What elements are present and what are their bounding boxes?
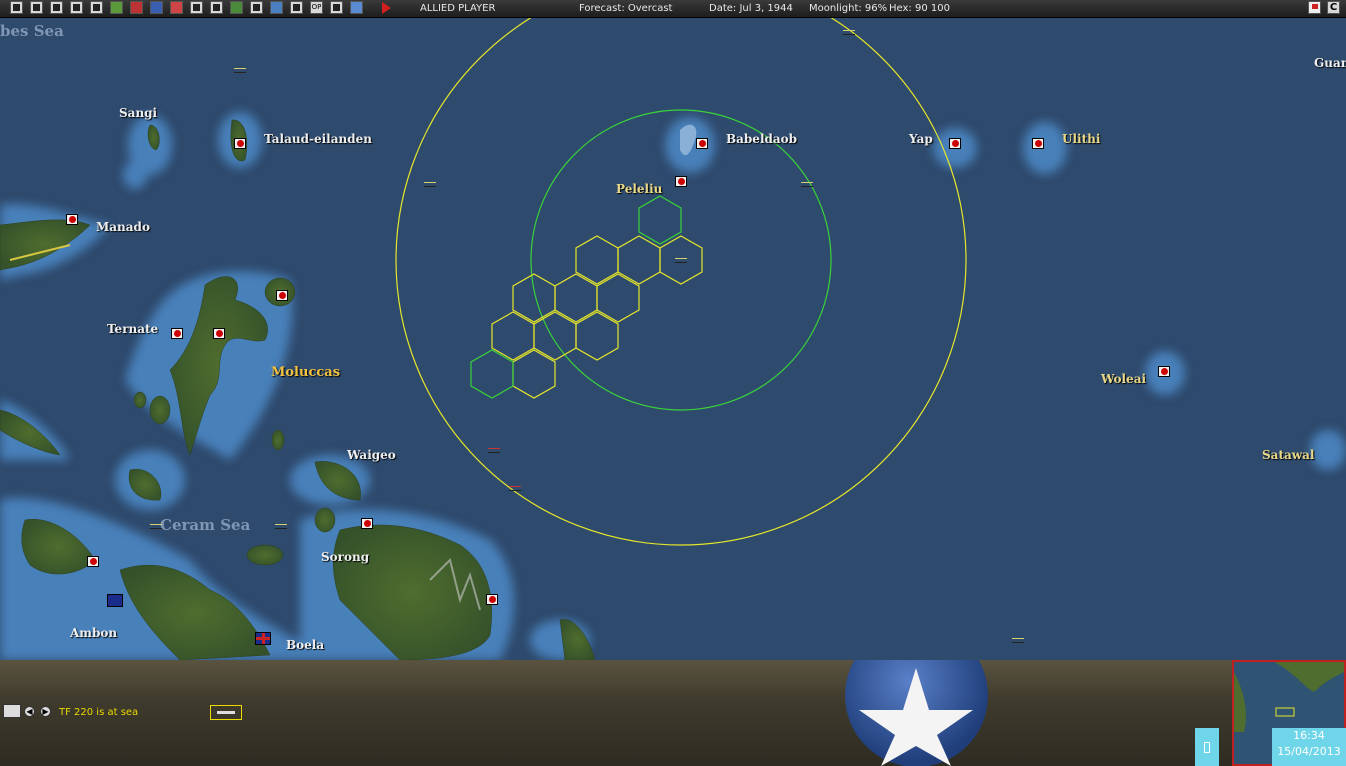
info-icon[interactable] bbox=[90, 1, 103, 14]
next-arrow-icon[interactable]: ▶ bbox=[40, 706, 51, 717]
japanese-base-icon[interactable] bbox=[486, 594, 498, 605]
japanese-base-icon[interactable] bbox=[361, 518, 373, 529]
chart-icon[interactable] bbox=[230, 1, 243, 14]
save-icon[interactable] bbox=[10, 1, 23, 14]
forecast-label: Forecast: Overcast bbox=[579, 3, 673, 14]
plane-icon[interactable] bbox=[150, 1, 163, 14]
place-label-woleai[interactable]: Woleai bbox=[1101, 372, 1146, 386]
clock-date: 15/04/2013 bbox=[1277, 745, 1341, 758]
enemy-ship-icon[interactable] bbox=[509, 486, 521, 491]
japanese-base-icon[interactable] bbox=[1158, 366, 1170, 377]
japanese-base-icon[interactable] bbox=[234, 138, 246, 149]
convoy-icon[interactable] bbox=[210, 1, 223, 14]
ship-icon[interactable] bbox=[234, 68, 246, 73]
air-icon[interactable] bbox=[130, 1, 143, 14]
place-label-bes-sea: bes Sea bbox=[0, 22, 64, 40]
refresh-icon[interactable] bbox=[70, 1, 83, 14]
ship-icon[interactable] bbox=[275, 524, 287, 529]
list-icon[interactable] bbox=[330, 1, 343, 14]
task-force-icon[interactable] bbox=[210, 705, 242, 720]
hex-label: Hex: 90 100 bbox=[889, 3, 950, 14]
map-terrain bbox=[0, 18, 1346, 660]
place-label-ceram-sea: Ceram Sea bbox=[160, 516, 251, 534]
task-force-220-icon[interactable] bbox=[675, 258, 687, 263]
moonlight-label: Moonlight: 96% bbox=[809, 3, 888, 14]
place-label-sangi[interactable]: Sangi bbox=[119, 106, 157, 120]
system-clock: 16:34 15/04/2013 bbox=[1272, 728, 1346, 766]
us-star-logo bbox=[845, 660, 988, 766]
place-label-yap[interactable]: Yap bbox=[909, 132, 933, 146]
ship-icon[interactable] bbox=[424, 182, 436, 187]
player-label: ALLIED PLAYER bbox=[420, 3, 496, 14]
japanese-base-icon[interactable] bbox=[87, 556, 99, 567]
japanese-base-icon[interactable] bbox=[276, 290, 288, 301]
ship-type-icon[interactable] bbox=[3, 704, 21, 718]
fleet-icon[interactable] bbox=[250, 1, 263, 14]
place-label-ulithi[interactable]: Ulithi bbox=[1062, 132, 1100, 146]
previous-arrow-icon[interactable]: ◀ bbox=[24, 706, 35, 717]
japanese-base-icon[interactable] bbox=[66, 214, 78, 225]
japanese-base-icon[interactable] bbox=[171, 328, 183, 339]
date-label: Date: Jul 3, 1944 bbox=[709, 3, 793, 14]
place-label-boela[interactable]: Boela bbox=[286, 638, 324, 652]
target-icon[interactable] bbox=[290, 1, 303, 14]
flag-icon[interactable] bbox=[170, 1, 183, 14]
japanese-base-icon[interactable] bbox=[1032, 138, 1044, 149]
intel-icon[interactable] bbox=[50, 1, 63, 14]
battery-icon bbox=[1195, 728, 1219, 766]
place-label-ternate[interactable]: Ternate bbox=[107, 322, 158, 336]
c-icon[interactable]: C bbox=[1327, 1, 1340, 14]
ship-icon[interactable] bbox=[801, 182, 813, 187]
british-base-icon[interactable] bbox=[255, 632, 271, 645]
bottom-panel: ◀ ▶ bbox=[0, 660, 1346, 766]
clock-time: 16:34 bbox=[1293, 729, 1325, 742]
place-label-guam[interactable]: Guam bbox=[1314, 56, 1346, 70]
top-toolbar: OP ALLIED PLAYER Forecast: Overcast Date… bbox=[0, 0, 1346, 18]
ship-icon[interactable] bbox=[1012, 638, 1024, 643]
star-icon[interactable] bbox=[110, 1, 123, 14]
ship-icon[interactable] bbox=[150, 524, 162, 529]
weather-icon[interactable] bbox=[350, 1, 363, 14]
report-icon[interactable] bbox=[30, 1, 43, 14]
ship-icon[interactable] bbox=[190, 1, 203, 14]
globe-icon[interactable] bbox=[270, 1, 283, 14]
place-label-manado[interactable]: Manado bbox=[96, 220, 150, 234]
red-flag-icon[interactable] bbox=[1308, 1, 1321, 14]
end-turn-icon[interactable] bbox=[382, 2, 391, 14]
place-label-satawal[interactable]: Satawal bbox=[1262, 448, 1314, 462]
strategic-map[interactable]: bes Sea Sangi Talaud-eilanden Manado Ter… bbox=[0, 18, 1346, 660]
japanese-base-icon[interactable] bbox=[213, 328, 225, 339]
australian-base-icon[interactable] bbox=[107, 594, 123, 607]
japanese-base-icon[interactable] bbox=[696, 138, 708, 149]
japanese-base-icon[interactable] bbox=[675, 176, 687, 187]
op-icon[interactable]: OP bbox=[310, 1, 323, 14]
ship-icon[interactable] bbox=[843, 30, 855, 35]
place-label-waigeo[interactable]: Waigeo bbox=[347, 448, 396, 462]
place-label-peleliu[interactable]: Peleliu bbox=[616, 182, 662, 196]
place-label-babeldaob[interactable]: Babeldaob bbox=[726, 132, 797, 146]
place-label-moluccas: Moluccas bbox=[271, 365, 341, 380]
place-label-sorong[interactable]: Sorong bbox=[321, 550, 369, 564]
place-label-talaud[interactable]: Talaud-eilanden bbox=[264, 132, 372, 146]
japanese-base-icon[interactable] bbox=[949, 138, 961, 149]
place-label-ambon[interactable]: Ambon bbox=[70, 626, 117, 640]
status-message: TF 220 is at sea bbox=[59, 707, 139, 718]
enemy-ship-icon[interactable] bbox=[488, 448, 500, 453]
